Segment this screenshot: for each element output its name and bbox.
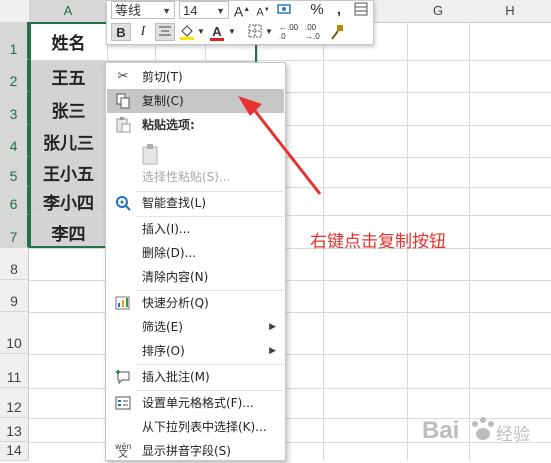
annotation-arrow: [238, 96, 322, 195]
svg-text:经验: 经验: [496, 425, 530, 445]
watermark: Bai 经验: [420, 410, 540, 453]
annotation-text: 右键点击复制按钮: [310, 232, 446, 252]
svg-text:Bai: Bai: [422, 417, 459, 444]
baidu-paw-icon: Bai 经验: [422, 417, 530, 445]
